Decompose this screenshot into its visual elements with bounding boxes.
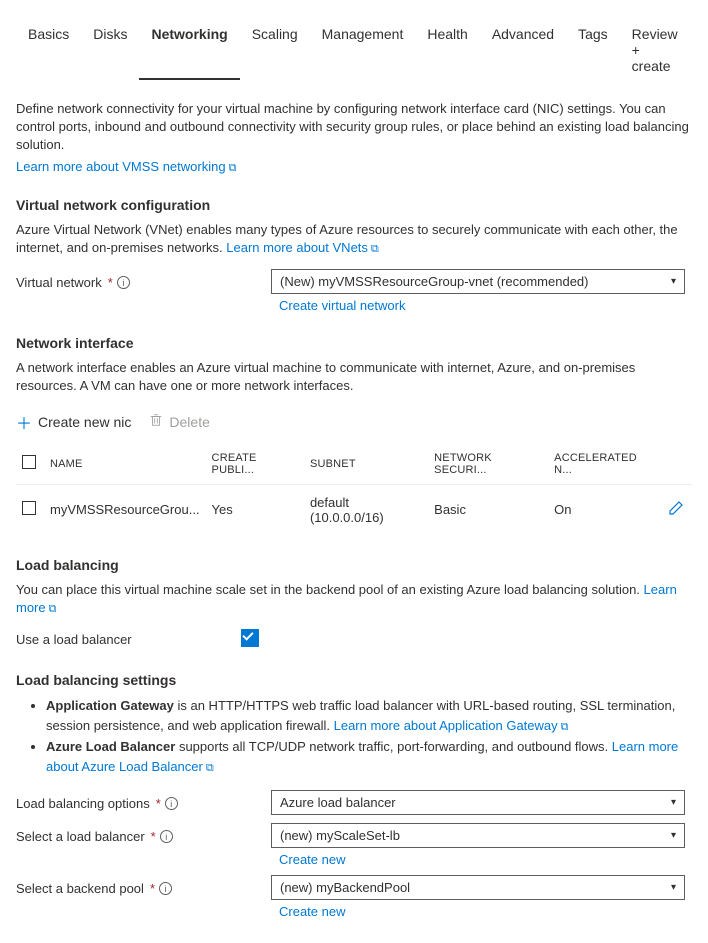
col-name: NAME bbox=[44, 444, 206, 485]
required-indicator: * bbox=[150, 881, 155, 896]
lb-options-label: Load balancing options * i bbox=[16, 790, 271, 811]
lb-options-field: Load balancing options * i Azure load bal… bbox=[16, 790, 692, 815]
backend-pool-label: Select a backend pool * i bbox=[16, 875, 271, 896]
lb-options-select[interactable]: Azure load balancer ▾ bbox=[271, 790, 685, 815]
row-accel: On bbox=[548, 484, 662, 535]
col-nsg: NETWORK SECURI... bbox=[428, 444, 548, 485]
agw-name: Application Gateway bbox=[46, 698, 174, 713]
delete-nic-button: Delete bbox=[149, 410, 209, 434]
alb-desc: supports all TCP/UDP network traffic, po… bbox=[175, 739, 611, 754]
external-link-icon: ⧉ bbox=[561, 721, 569, 733]
create-nic-button[interactable]: ＋ Create new nic bbox=[16, 410, 131, 434]
tab-management[interactable]: Management bbox=[310, 20, 416, 80]
delete-nic-label: Delete bbox=[169, 414, 209, 430]
nic-heading: Network interface bbox=[16, 335, 692, 351]
use-lb-label: Use a load balancer bbox=[16, 632, 241, 647]
col-subnet: SUBNET bbox=[304, 444, 428, 485]
chevron-down-icon: ▾ bbox=[671, 882, 676, 893]
learn-more-agw-link[interactable]: Learn more about Application Gateway⧉ bbox=[334, 718, 569, 733]
lb-options-value: Azure load balancer bbox=[280, 795, 396, 810]
select-lb-label-text: Select a load balancer bbox=[16, 829, 145, 844]
learn-more-vmss-label: Learn more about VMSS networking bbox=[16, 159, 226, 174]
create-new-backend-link[interactable]: Create new bbox=[279, 904, 345, 919]
nic-desc: A network interface enables an Azure vir… bbox=[16, 359, 692, 395]
nic-toolbar: ＋ Create new nic Delete bbox=[16, 410, 692, 434]
info-icon[interactable]: i bbox=[117, 276, 130, 289]
lb-desc-text: You can place this virtual machine scale… bbox=[16, 582, 640, 597]
tab-disks[interactable]: Disks bbox=[81, 20, 139, 80]
row-nsg: Basic bbox=[428, 484, 548, 535]
tab-scaling[interactable]: Scaling bbox=[240, 20, 310, 80]
col-accel: ACCELERATED N... bbox=[548, 444, 662, 485]
info-icon[interactable]: i bbox=[165, 797, 178, 810]
agw-bullet: Application Gateway is an HTTP/HTTPS web… bbox=[46, 696, 692, 735]
networking-intro-text: Define network connectivity for your vir… bbox=[16, 100, 692, 155]
tab-advanced[interactable]: Advanced bbox=[480, 20, 566, 80]
row-name: myVMSSResourceGrou... bbox=[44, 484, 206, 535]
select-lb-label: Select a load balancer * i bbox=[16, 823, 271, 844]
use-load-balancer-field: Use a load balancer bbox=[16, 629, 692, 650]
chevron-down-icon: ▾ bbox=[671, 797, 676, 808]
alb-bullet: Azure Load Balancer supports all TCP/UDP… bbox=[46, 737, 692, 776]
lb-desc: You can place this virtual machine scale… bbox=[16, 581, 692, 618]
col-public-ip: CREATE PUBLI... bbox=[206, 444, 304, 485]
backend-pool-value: (new) myBackendPool bbox=[280, 880, 410, 895]
lb-heading: Load balancing bbox=[16, 557, 692, 573]
vnet-desc: Azure Virtual Network (VNet) enables man… bbox=[16, 221, 692, 258]
tab-bar: Basics Disks Networking Scaling Manageme… bbox=[16, 0, 692, 80]
learn-more-vmss-link[interactable]: Learn more about VMSS networking⧉ bbox=[16, 159, 236, 174]
row-checkbox[interactable] bbox=[22, 501, 36, 515]
trash-icon bbox=[149, 413, 163, 430]
select-lb-select[interactable]: (new) myScaleSet-lb ▾ bbox=[271, 823, 685, 848]
tab-health[interactable]: Health bbox=[415, 20, 479, 80]
learn-more-vnets-link[interactable]: Learn more about VNets⧉ bbox=[226, 240, 379, 255]
create-virtual-network-link[interactable]: Create virtual network bbox=[279, 298, 405, 313]
required-indicator: * bbox=[108, 275, 113, 290]
chevron-down-icon: ▾ bbox=[671, 276, 676, 287]
use-lb-checkbox[interactable] bbox=[241, 629, 259, 647]
backend-pool-label-text: Select a backend pool bbox=[16, 881, 144, 896]
virtual-network-label: Virtual network * i bbox=[16, 269, 271, 290]
nic-table: NAME CREATE PUBLI... SUBNET NETWORK SECU… bbox=[16, 444, 692, 535]
external-link-icon: ⧉ bbox=[371, 243, 379, 255]
tab-review-create[interactable]: Review + create bbox=[620, 20, 692, 80]
external-link-icon: ⧉ bbox=[49, 603, 57, 615]
edit-icon[interactable] bbox=[668, 504, 684, 519]
create-new-lb-link[interactable]: Create new bbox=[279, 852, 345, 867]
lb-options-label-text: Load balancing options bbox=[16, 796, 150, 811]
lb-settings-heading: Load balancing settings bbox=[16, 672, 692, 688]
learn-more-agw-label: Learn more about Application Gateway bbox=[334, 718, 558, 733]
info-icon[interactable]: i bbox=[159, 882, 172, 895]
create-nic-label: Create new nic bbox=[38, 414, 131, 430]
info-icon[interactable]: i bbox=[160, 830, 173, 843]
required-indicator: * bbox=[156, 796, 161, 811]
learn-more-vnets-label: Learn more about VNets bbox=[226, 240, 368, 255]
select-lb-field: Select a load balancer * i (new) myScaleS… bbox=[16, 823, 692, 867]
virtual-network-label-text: Virtual network bbox=[16, 275, 102, 290]
row-public-ip: Yes bbox=[206, 484, 304, 535]
row-subnet: default (10.0.0.0/16) bbox=[304, 484, 428, 535]
required-indicator: * bbox=[151, 829, 156, 844]
backend-pool-select[interactable]: (new) myBackendPool ▾ bbox=[271, 875, 685, 900]
tab-networking[interactable]: Networking bbox=[139, 20, 239, 80]
vnet-heading: Virtual network configuration bbox=[16, 197, 692, 213]
select-lb-value: (new) myScaleSet-lb bbox=[280, 828, 400, 843]
virtual-network-select[interactable]: (New) myVMSSResourceGroup-vnet (recommen… bbox=[271, 269, 685, 294]
external-link-icon: ⧉ bbox=[206, 762, 214, 774]
table-row[interactable]: myVMSSResourceGrou... Yes default (10.0.… bbox=[16, 484, 692, 535]
tab-tags[interactable]: Tags bbox=[566, 20, 620, 80]
chevron-down-icon: ▾ bbox=[671, 830, 676, 841]
virtual-network-value: (New) myVMSSResourceGroup-vnet (recommen… bbox=[280, 274, 588, 289]
lb-settings-bullets: Application Gateway is an HTTP/HTTPS web… bbox=[16, 696, 692, 776]
virtual-network-field: Virtual network * i (New) myVMSSResourceG… bbox=[16, 269, 692, 313]
select-all-checkbox[interactable] bbox=[22, 455, 36, 469]
plus-icon: ＋ bbox=[16, 410, 32, 434]
external-link-icon: ⧉ bbox=[229, 162, 237, 174]
backend-pool-field: Select a backend pool * i (new) myBackend… bbox=[16, 875, 692, 919]
tab-basics[interactable]: Basics bbox=[16, 20, 81, 80]
alb-name: Azure Load Balancer bbox=[46, 739, 175, 754]
